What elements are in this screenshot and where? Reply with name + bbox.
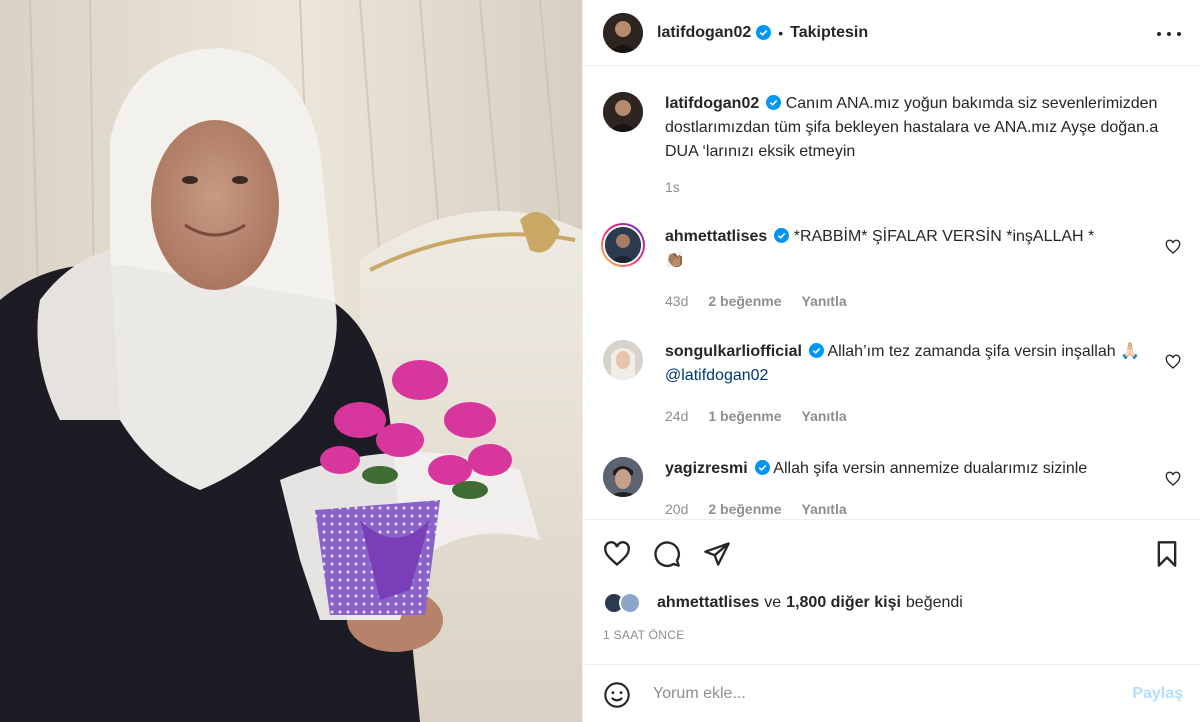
comment-text: Allah şifa versin annemize dualarımız si…: [773, 460, 1088, 477]
author-username[interactable]: latifdogan02: [657, 24, 751, 42]
comment-avatar[interactable]: [603, 340, 643, 380]
post-comment-button[interactable]: Paylaş: [1132, 685, 1183, 703]
caption-username[interactable]: latifdogan02: [665, 95, 759, 112]
verified-badge-icon: [754, 460, 770, 475]
comment-time: 43d: [665, 293, 689, 309]
comment-item: ahmettatlises *RABBİM* ŞİFALAR VERSİN *i…: [601, 223, 1183, 315]
comment-likes[interactable]: 2 beğenme: [708, 293, 781, 309]
comments-list[interactable]: latifdogan02 Canım ANA.mız yoğun bakımda…: [583, 67, 1200, 519]
comment-avatar[interactable]: [601, 223, 645, 267]
comment-time: 20d: [665, 501, 689, 517]
comment-text: *RABBİM* ŞİFALAR VERSİN *inşALLAH *: [793, 228, 1095, 245]
likes-suffix: beğendi: [905, 594, 963, 611]
likes-connector: ve: [764, 594, 782, 611]
comment-input[interactable]: [653, 681, 1103, 707]
liker-avatars: [603, 592, 647, 614]
comment-item: songulkarliofficial Allah’ım tez zamanda…: [603, 340, 1183, 430]
verified-badge-icon: [774, 228, 790, 243]
comment-meta: 24d 1 beğenme Yanıtla: [665, 408, 847, 424]
comment-text-block: songulkarliofficial Allah’ım tez zamanda…: [665, 340, 1165, 388]
comment-likes[interactable]: 2 beğenme: [708, 501, 781, 517]
bookmark-icon[interactable]: [1153, 540, 1181, 568]
heart-icon[interactable]: [1165, 471, 1181, 487]
comment-username[interactable]: songulkarliofficial: [665, 343, 802, 360]
comment-emoji: 👏🏽: [665, 252, 685, 269]
comment-composer: Paylaş: [583, 664, 1200, 722]
comment-reply-button[interactable]: Yanıtla: [802, 293, 847, 309]
more-options-icon[interactable]: [1157, 24, 1181, 44]
paper-plane-icon[interactable]: [703, 540, 731, 568]
caption-text-block: latifdogan02 Canım ANA.mız yoğun bakımda…: [665, 92, 1165, 164]
caption-time: 1s: [665, 179, 680, 195]
avatar: [619, 592, 641, 614]
comment-avatar[interactable]: [603, 457, 643, 497]
comment-mention-link[interactable]: @latifdogan02: [665, 367, 768, 384]
caption: latifdogan02 Canım ANA.mız yoğun bakımda…: [603, 92, 1183, 202]
caption-author-avatar[interactable]: [603, 92, 643, 132]
other-likers-count[interactable]: 1,800 diğer kişi: [786, 594, 901, 612]
verified-badge-icon: [756, 25, 772, 40]
post-header: latifdogan02 • Takiptesin: [583, 0, 1200, 66]
comment-meta: 20d 2 beğenme Yanıtla: [665, 501, 847, 517]
comment-username[interactable]: yagizresmi: [665, 460, 748, 477]
comment-item: yagizresmi Allah şifa versin annemize du…: [603, 457, 1183, 519]
comment-time: 24d: [665, 408, 689, 424]
comment-icon[interactable]: [653, 540, 681, 568]
heart-icon[interactable]: [1165, 239, 1181, 255]
comment-username[interactable]: ahmettatlises: [665, 228, 767, 245]
post-actions: ahmettatlises ve 1,800 diğer kişi beğend…: [583, 519, 1200, 664]
post-photo-illustration: [0, 0, 582, 722]
comment-reply-button[interactable]: Yanıtla: [802, 501, 847, 517]
first-liker-username[interactable]: ahmettatlises: [657, 594, 759, 612]
comment-text-block: yagizresmi Allah şifa versin annemize du…: [665, 457, 1165, 481]
author-avatar[interactable]: [603, 12, 643, 53]
header-separator: •: [778, 24, 784, 41]
comment-likes[interactable]: 1 beğenme: [708, 408, 781, 424]
emoji-icon[interactable]: [603, 681, 631, 709]
heart-icon[interactable]: [603, 540, 631, 568]
heart-icon[interactable]: [1165, 354, 1181, 370]
likes-summary[interactable]: ahmettatlises ve 1,800 diğer kişi beğend…: [603, 592, 963, 614]
verified-badge-icon: [766, 95, 782, 110]
verified-badge-icon: [808, 343, 824, 358]
post-details-panel: latifdogan02 • Takiptesin latifdogan02 C…: [582, 0, 1200, 722]
comment-reply-button[interactable]: Yanıtla: [802, 408, 847, 424]
comment-meta: 43d 2 beğenme Yanıtla: [665, 293, 847, 309]
post-photo[interactable]: [0, 0, 582, 722]
comment-text-block: ahmettatlises *RABBİM* ŞİFALAR VERSİN *i…: [665, 225, 1165, 273]
follow-status-button[interactable]: Takiptesin: [790, 24, 868, 42]
post-timestamp: 1 SAAT ÖNCE: [603, 628, 685, 642]
caption-meta: 1s: [665, 179, 680, 195]
comment-text: Allah’ım tez zamanda şifa versin inşalla…: [827, 343, 1140, 360]
